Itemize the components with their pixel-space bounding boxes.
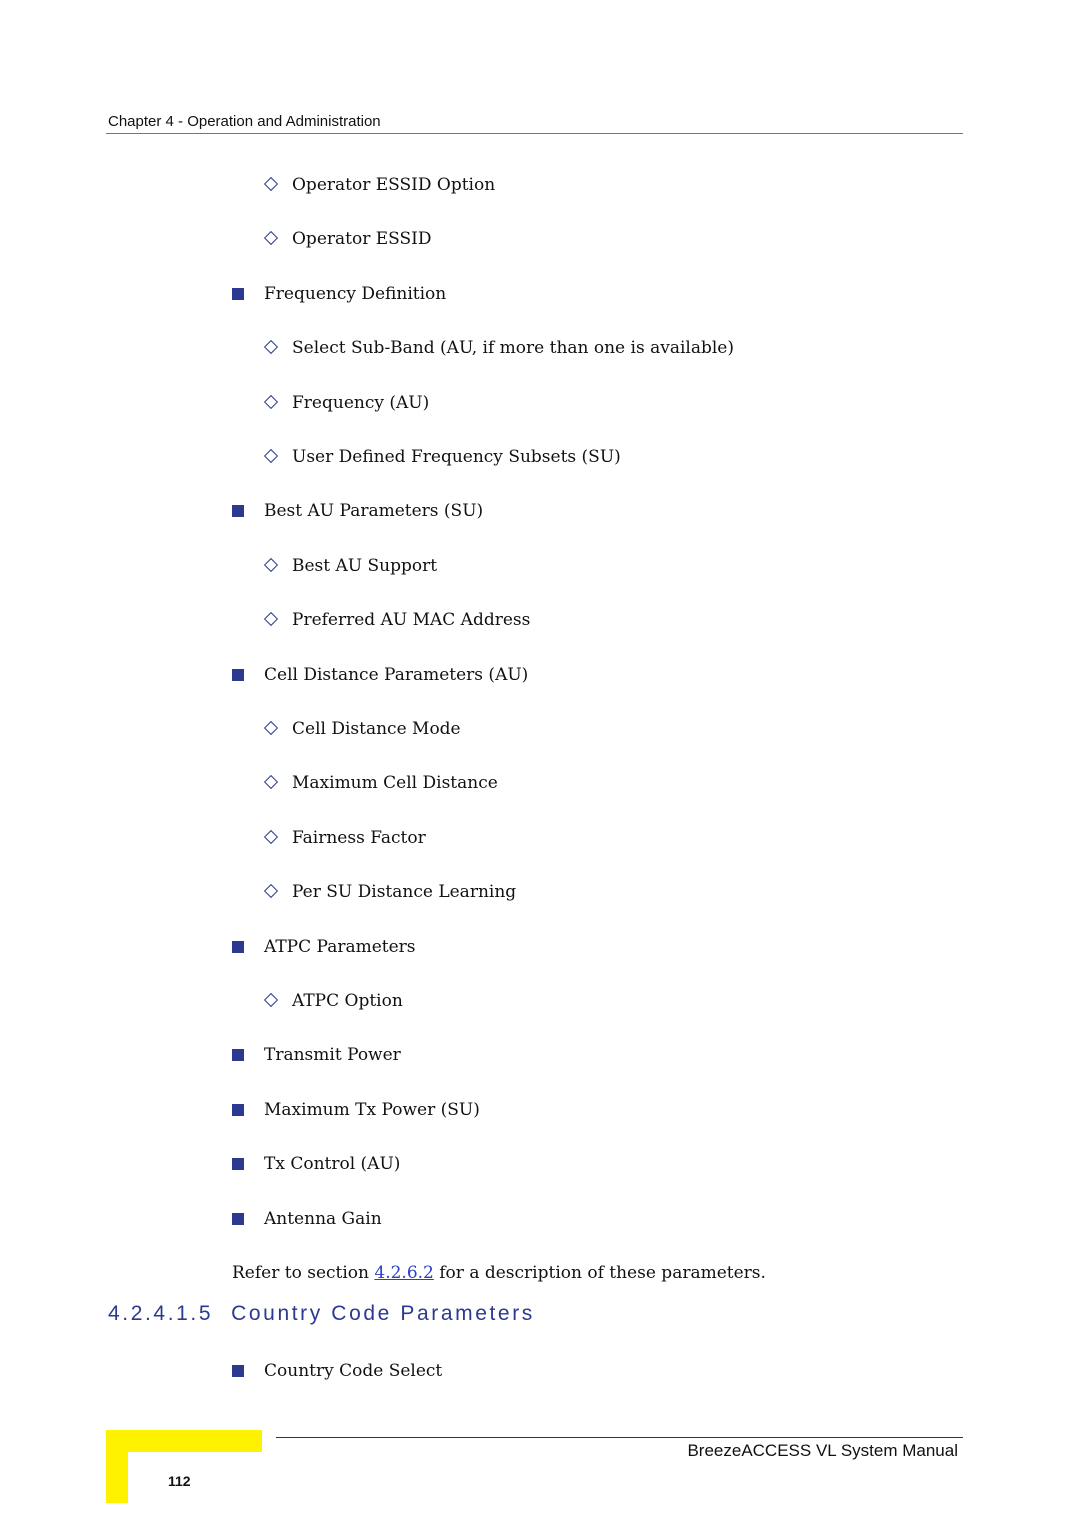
section-link[interactable]: 4.2.6.2 — [374, 1263, 433, 1283]
bullet-item: Transmit Power — [232, 1045, 401, 1065]
footer-divider — [276, 1437, 963, 1438]
square-bullet-icon — [232, 1365, 244, 1377]
square-bullet-icon — [232, 287, 244, 300]
square-bullet-icon — [232, 505, 244, 518]
refer-paragraph: Refer to section 4.2.6.2 for a descripti… — [232, 1263, 766, 1283]
item-text: Maximum Cell Distance — [292, 773, 498, 794]
section-number: 4.2.4.1.5 — [108, 1302, 214, 1325]
item-text: Frequency (AU) — [292, 392, 430, 413]
header-divider — [106, 133, 963, 134]
refer-text-after: for a description of these parameters. — [433, 1263, 766, 1283]
bullet-item: Tx Control (AU) — [232, 1154, 400, 1174]
square-bullet-icon — [232, 668, 244, 681]
item-text: Select Sub-Band (AU, if more than one is… — [292, 338, 734, 359]
diamond-bullet-icon — [263, 557, 279, 572]
item-text: Tx Control (AU) — [264, 1154, 401, 1175]
item-text: Cell Distance Parameters (AU) — [264, 664, 529, 685]
sub-bullet-item: Per SU Distance Learning — [263, 882, 516, 902]
sub-bullet-item: Operator ESSID — [263, 229, 432, 249]
bullet-item: Maximum Tx Power (SU) — [232, 1100, 480, 1120]
bullet-item: Antenna Gain — [232, 1209, 382, 1229]
diamond-bullet-icon — [263, 394, 279, 409]
page-tab-decoration-vertical — [106, 1430, 128, 1503]
item-text: Country Code Select — [264, 1361, 443, 1381]
item-text: Antenna Gain — [264, 1208, 382, 1229]
square-bullet-icon — [232, 1212, 244, 1225]
sub-bullet-item: Maximum Cell Distance — [263, 773, 498, 793]
item-text: Operator ESSID — [292, 229, 432, 250]
item-text: Fairness Factor — [292, 827, 426, 848]
section-title: Country Code Parameters — [231, 1302, 535, 1325]
item-text: Best AU Support — [292, 555, 438, 576]
item-text: Operator ESSID Option — [292, 175, 496, 195]
sub-bullet-item: Frequency (AU) — [263, 393, 429, 413]
diamond-bullet-icon — [263, 340, 279, 355]
square-bullet-icon — [232, 940, 244, 953]
item-text: ATPC Parameters — [264, 936, 416, 957]
sub-bullet-item: ATPC Option — [263, 991, 403, 1011]
item-text: Transmit Power — [264, 1045, 401, 1066]
bullet-item: Country Code Select — [232, 1361, 442, 1381]
diamond-bullet-icon — [263, 884, 279, 899]
chapter-header: Chapter 4 - Operation and Administration — [108, 113, 381, 130]
square-bullet-icon — [232, 1049, 244, 1062]
item-text: Per SU Distance Learning — [292, 882, 517, 903]
diamond-bullet-icon — [263, 231, 279, 246]
sub-bullet-item: Cell Distance Mode — [263, 719, 461, 739]
diamond-bullet-icon — [263, 448, 279, 464]
section-heading: 4.2.4.1.5 Country Code Parameters — [108, 1302, 535, 1326]
item-text: User Defined Frequency Subsets (SU) — [292, 447, 621, 467]
refer-text-before: Refer to section — [232, 1263, 375, 1283]
diamond-bullet-icon — [263, 176, 279, 192]
sub-bullet-item: Preferred AU MAC Address — [263, 610, 530, 630]
manual-title: BreezeACCESS VL System Manual — [687, 1441, 958, 1460]
sub-bullet-item: User Defined Frequency Subsets (SU) — [263, 447, 621, 467]
page-tab-decoration — [106, 1430, 262, 1452]
sub-bullet-item: Select Sub-Band (AU, if more than one is… — [263, 338, 734, 358]
bullet-item: ATPC Parameters — [232, 937, 416, 957]
item-text: Maximum Tx Power (SU) — [264, 1099, 480, 1120]
sub-bullet-item: Operator ESSID Option — [263, 175, 495, 195]
diamond-bullet-icon — [263, 829, 279, 844]
bullet-item: Cell Distance Parameters (AU) — [232, 665, 528, 685]
page-number: 112 — [168, 1473, 191, 1489]
item-text: Best AU Parameters (SU) — [264, 501, 484, 522]
square-bullet-icon — [232, 1103, 244, 1116]
bullet-item: Frequency Definition — [232, 284, 446, 304]
diamond-bullet-icon — [263, 720, 279, 736]
diamond-bullet-icon — [263, 612, 279, 627]
item-text: Cell Distance Mode — [292, 719, 461, 739]
item-text: ATPC Option — [292, 991, 403, 1011]
sub-bullet-item: Best AU Support — [263, 556, 437, 576]
diamond-bullet-icon — [263, 775, 279, 790]
diamond-bullet-icon — [263, 992, 279, 1008]
item-text: Frequency Definition — [264, 283, 447, 304]
item-text: Preferred AU MAC Address — [292, 610, 531, 631]
sub-bullet-item: Fairness Factor — [263, 828, 426, 848]
bullet-item: Best AU Parameters (SU) — [232, 501, 483, 521]
square-bullet-icon — [232, 1158, 244, 1171]
